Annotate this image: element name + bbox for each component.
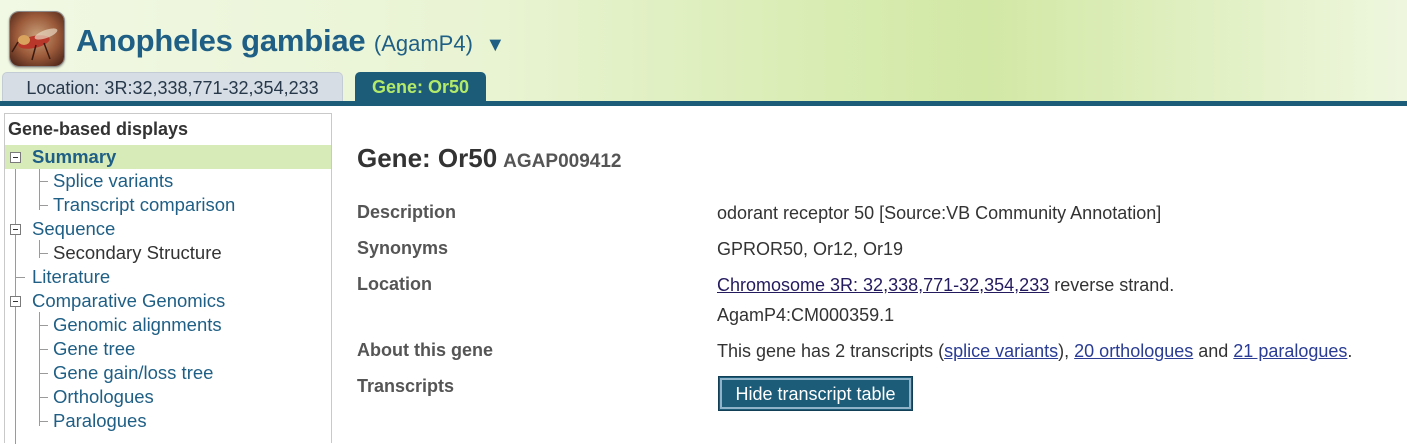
about-text: . — [1347, 341, 1353, 361]
sidebar-item-label: Summary — [32, 146, 117, 167]
sidebar-item-label: Transcript comparison — [53, 194, 236, 215]
sidebar-item-label: Gene gain/loss tree — [53, 362, 214, 383]
assembly-name: (AgamP4) — [373, 31, 473, 56]
chevron-down-icon[interactable]: ▼ — [485, 34, 505, 56]
sidebar-item-label: Sequence — [32, 218, 116, 239]
splice-variants-link[interactable]: splice variants — [944, 341, 1058, 361]
about-gene-value: This gene has 2 transcripts (splice vari… — [717, 341, 1352, 362]
hide-transcript-table-button[interactable]: Hide transcript table — [718, 376, 913, 411]
sidebar-item-label: Orthologues — [53, 386, 154, 407]
sidebar-item-label: Gene tree — [53, 338, 136, 359]
sidebar-item-label: Genomic alignments — [53, 314, 222, 335]
chromosome-location-link[interactable]: Chromosome 3R: 32,338,771-32,354,233 — [717, 275, 1049, 295]
description-label: Description — [357, 202, 457, 222]
tree-connector — [39, 312, 40, 426]
sidebar-item-label: Splice variants — [53, 170, 174, 191]
assembly-accession: AgamP4:CM000359.1 — [717, 305, 895, 325]
tab-gene[interactable]: Gene: Or50 — [355, 72, 486, 101]
sidebar-nav: Gene-based displays Summary Splice varia… — [4, 113, 332, 444]
sidebar-item-label: Comparative Genomics — [32, 290, 226, 311]
sidebar-item-label: Literature — [32, 266, 111, 287]
sidebar-item-summary[interactable]: Summary — [5, 145, 331, 169]
location-label: Location — [357, 274, 432, 294]
collapse-toggle-icon[interactable] — [10, 224, 21, 235]
tree-connector — [39, 168, 40, 210]
species-name: Anopheles gambiae — [76, 23, 366, 58]
sidebar-heading: Gene-based displays — [8, 119, 189, 139]
sidebar-item-label: Paralogues — [53, 410, 147, 431]
transcripts-label: Transcripts — [357, 376, 455, 396]
paralogues-link[interactable]: 21 paralogues — [1233, 341, 1347, 361]
about-text: This gene has 2 transcripts ( — [717, 341, 945, 361]
gene-title: Gene: Or50 — [357, 143, 498, 173]
description-value: odorant receptor 50 [Source:VB Community… — [717, 203, 1162, 223]
tree-connector — [39, 240, 40, 258]
orthologues-link[interactable]: 20 orthologues — [1074, 341, 1193, 361]
species-logo-icon[interactable] — [9, 11, 65, 67]
location-value: Chromosome 3R: 32,338,771-32,354,233 rev… — [717, 275, 1174, 296]
about-text: and — [1193, 341, 1234, 361]
sidebar-item-label: Secondary Structure — [53, 242, 222, 263]
species-selector[interactable]: Anopheles gambiae (AgamP4) ▼ — [76, 23, 505, 59]
page-title: Gene: Or50 AGAP009412 — [357, 143, 621, 174]
synonyms-value: GPROR50, Or12, Or19 — [717, 239, 904, 259]
collapse-toggle-icon[interactable] — [10, 152, 21, 163]
strand-text: reverse strand. — [1049, 275, 1175, 295]
gene-stable-id: AGAP009412 — [503, 151, 622, 172]
about-text: ), — [1058, 341, 1075, 361]
tab-location[interactable]: Location: 3R:32,338,771-32,354,233 — [2, 72, 343, 101]
collapse-toggle-icon[interactable] — [10, 296, 21, 307]
about-gene-label: About this gene — [357, 340, 493, 360]
synonyms-label: Synonyms — [357, 238, 449, 258]
